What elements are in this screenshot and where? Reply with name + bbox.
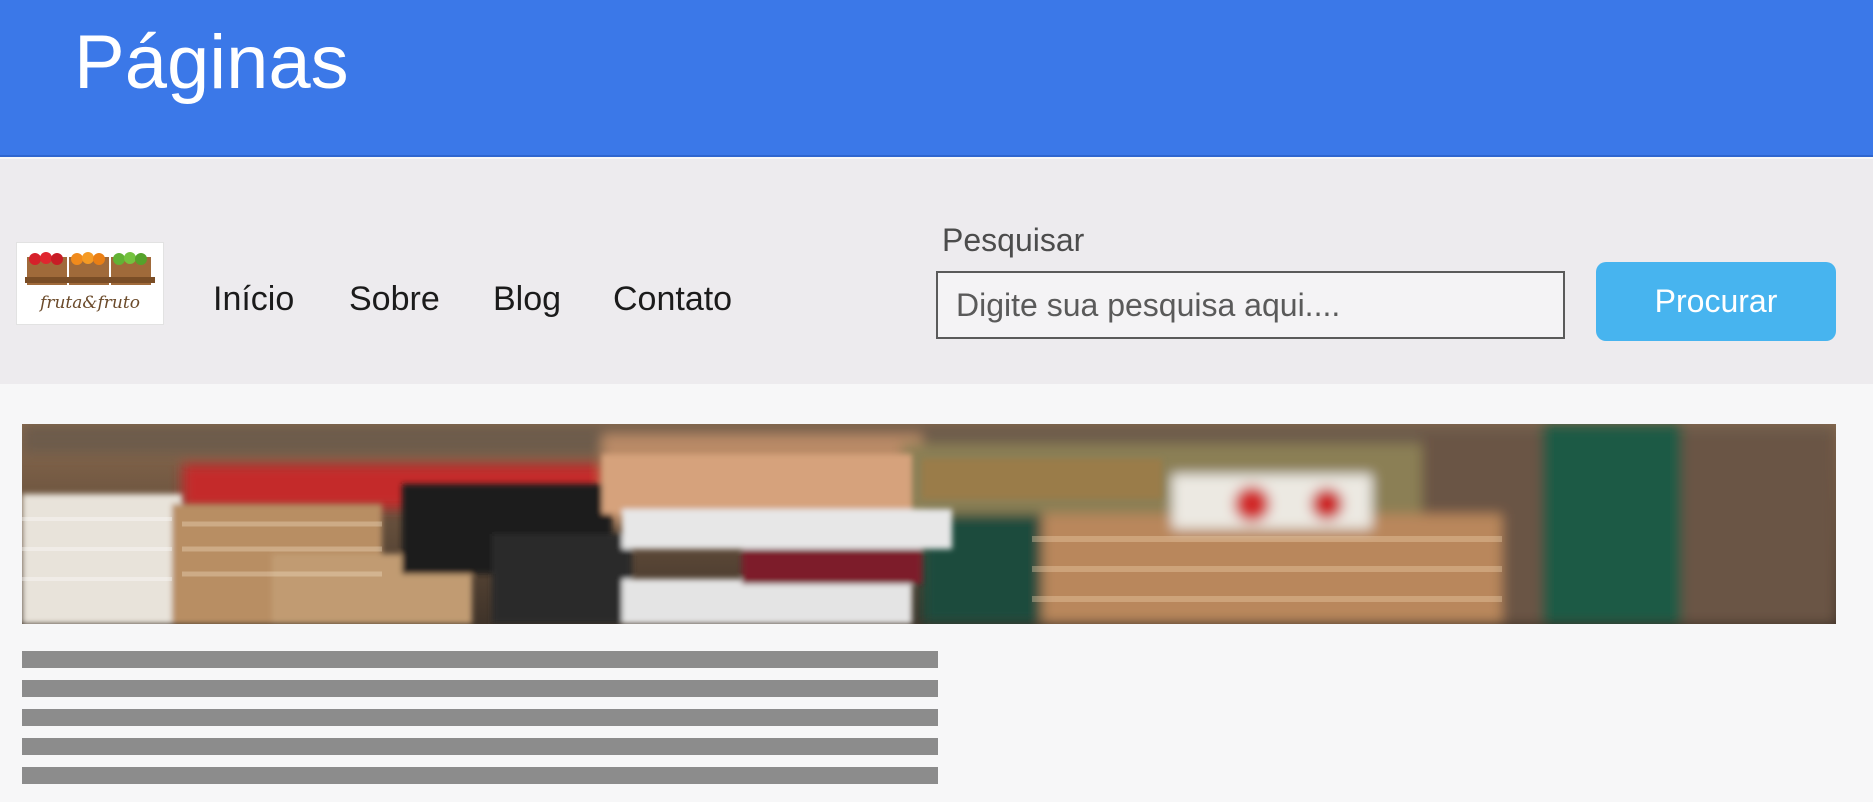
placeholder-line [22, 680, 938, 697]
search-button[interactable]: Procurar [1596, 262, 1836, 341]
placeholder-line [22, 651, 938, 668]
placeholder-line [22, 738, 938, 755]
page-title: Páginas [74, 20, 349, 105]
site-logo[interactable]: fruta&fruto [16, 242, 164, 325]
nav-link-blog[interactable]: Blog [493, 279, 561, 319]
logo-text: fruta&fruto [40, 293, 140, 313]
nav-link-inicio[interactable]: Início [213, 279, 294, 319]
app-header: Páginas [0, 0, 1873, 157]
fruit-crates-logo-icon [25, 252, 155, 285]
search-label: Pesquisar [942, 222, 1085, 258]
market-produce-crates-photo [22, 424, 1836, 624]
site-navbar: fruta&fruto Início Sobre Blog Contato Pe… [0, 159, 1873, 384]
nav-link-contato[interactable]: Contato [613, 279, 732, 319]
placeholder-line [22, 709, 938, 726]
content-placeholder-lines [22, 651, 938, 796]
nav-link-sobre[interactable]: Sobre [349, 279, 440, 319]
placeholder-line [22, 767, 938, 784]
search-input[interactable] [936, 271, 1565, 339]
